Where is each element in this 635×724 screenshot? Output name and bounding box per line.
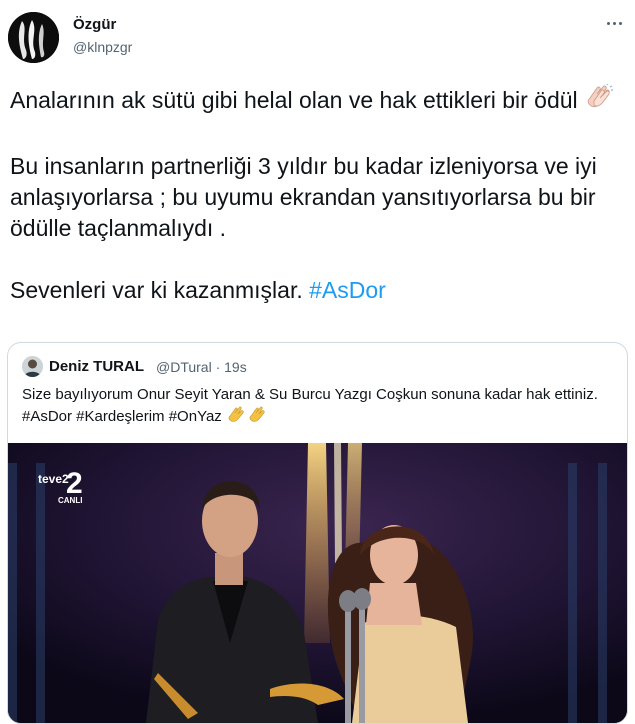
clapping-hands-icon: [584, 82, 614, 120]
quoted-tweet-text: Size bayılıyorum Onur Seyit Yaran & Su B…: [22, 384, 617, 428]
quoted-hashtags: #AsDor #Kardeşlerim #OnYaz: [22, 408, 222, 425]
tweet-paragraph-1: Analarının ak sütü gibi helal olan ve ha…: [10, 87, 578, 113]
more-horizontal-icon[interactable]: [601, 14, 627, 32]
quoted-media-image[interactable]: teve2 2 CANLI: [8, 443, 627, 723]
tweet: Özgür @klnpzgr Analarının ak sütü gibi h…: [0, 0, 635, 724]
tweet-paragraph-2: Bu insanların partnerliği 3 yıldır bu ka…: [10, 153, 597, 241]
quoted-handle-time[interactable]: @DTural · 19s: [156, 359, 247, 375]
clapping-hands-icon: [226, 406, 270, 425]
live-label: CANLI: [58, 496, 82, 505]
author-handle[interactable]: @klnpzgr: [73, 39, 132, 55]
quoted-author-avatar[interactable]: [22, 356, 43, 377]
channel-logo-text: teve2: [38, 472, 69, 486]
tweet-paragraph-3: Sevenleri var ki kazanmışlar.: [10, 277, 303, 303]
author-name[interactable]: Özgür: [73, 16, 116, 33]
quoted-tweet[interactable]: Deniz TURAL @DTural · 19s Size bayılıyor…: [7, 342, 628, 724]
author-avatar[interactable]: [8, 12, 59, 63]
tweet-text: Analarının ak sütü gibi helal olan ve ha…: [10, 82, 625, 337]
hashtag-link[interactable]: #AsDor: [309, 277, 386, 303]
quoted-author-name[interactable]: Deniz TURAL: [49, 358, 144, 375]
quoted-text: Size bayılıyorum Onur Seyit Yaran & Su B…: [22, 386, 598, 403]
